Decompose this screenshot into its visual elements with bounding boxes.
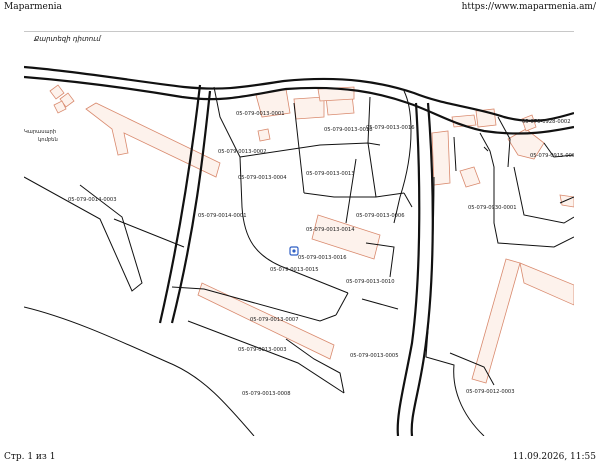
building	[431, 130, 451, 186]
parcel-label: 05-079-0013-0008	[242, 391, 291, 397]
building	[559, 194, 574, 208]
print-datetime: 11.09.2026, 11:55	[512, 452, 596, 462]
building	[471, 258, 521, 384]
parcel-boundaries	[24, 86, 574, 436]
panel-title: Քարտեզի դիտում	[34, 35, 101, 43]
parcel-label: 05-079-0013-0003	[238, 347, 287, 353]
panel-title-bar: Քարտեզի դիտում	[24, 31, 574, 47]
parcel-label: 05-079-0014-0001	[198, 213, 247, 219]
place-label-line2: կոմբեն	[38, 137, 58, 143]
parcel-label: 05-079-0928-0002	[522, 119, 571, 125]
parcel-label: 05-079-0013-0015	[270, 267, 319, 273]
parcel-label: 05-079-0013-0006	[356, 213, 405, 219]
parcel-label: 05-079-0013-0013	[306, 171, 355, 177]
parcel-label: 05-079-0013-0002	[218, 149, 267, 155]
parcel-label: 05-079-0013-0004	[238, 175, 287, 181]
site-url[interactable]: https://www.maparmenia.am/	[462, 2, 596, 12]
parcel-label: 05-079-0014-0003	[68, 197, 117, 203]
page-number: Стр. 1 из 1	[4, 452, 56, 462]
parcel-label: 05-079-0930-0001	[468, 205, 517, 211]
parcel-label: 05-079-0013-0014	[306, 227, 355, 233]
building	[459, 166, 481, 188]
location-marker-icon[interactable]	[289, 246, 299, 256]
site-name: Maparmenia	[4, 2, 62, 12]
parcel-label: 05-079-0013-0001	[236, 111, 285, 117]
place-label-line1: Կարասարի	[24, 129, 56, 135]
building	[257, 128, 271, 142]
parcel-label: 05-079-0012-0003	[466, 389, 515, 395]
parcel-label: 05-079-0013-0005	[350, 353, 399, 359]
map-panel: Քարտեզի դիտում Կարասարի կոմբեն 05-079-00…	[24, 31, 574, 436]
cadastral-map[interactable]: Կարասարի կոմբեն 05-079-0014-0003 05-079-…	[24, 47, 574, 436]
parcel-label: 05-079-0013-0010	[346, 279, 395, 285]
parcel-label: 05-079-0013-0016	[366, 125, 415, 131]
parcel-label: 05-079-0013-0016	[298, 255, 347, 261]
building	[49, 84, 65, 100]
building	[519, 262, 574, 306]
buildings-layer	[49, 84, 574, 384]
parcel-label: 05-079-0013-0007	[250, 317, 299, 323]
building	[85, 102, 221, 178]
parcel-label: 05-079-0915-0003	[530, 153, 574, 159]
